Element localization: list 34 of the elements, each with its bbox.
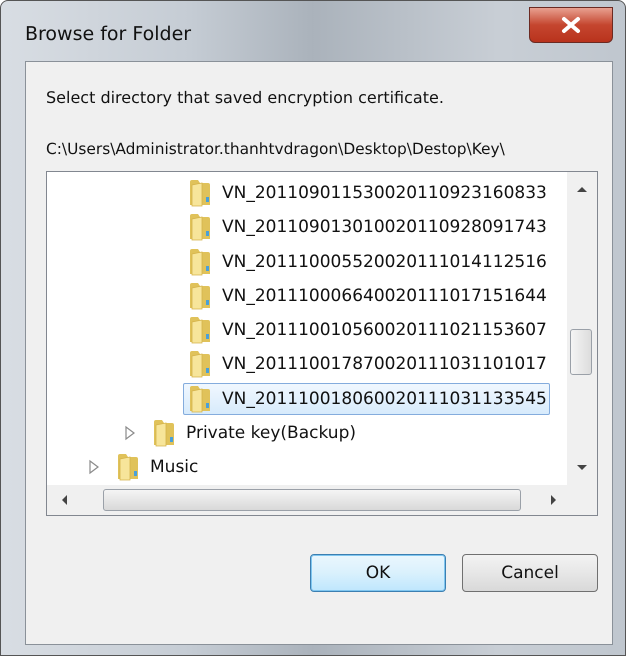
tree-item[interactable]: VN_201109011530020110923160833 bbox=[183, 177, 550, 210]
folder-icon bbox=[188, 316, 212, 344]
tree-item[interactable]: VN_201109013010020110928091743 bbox=[183, 211, 550, 244]
scroll-down-icon[interactable] bbox=[575, 463, 589, 473]
folder-icon bbox=[188, 350, 212, 378]
scroll-thumb[interactable] bbox=[103, 489, 521, 511]
scroll-thumb[interactable] bbox=[570, 329, 592, 375]
vertical-scrollbar[interactable] bbox=[567, 172, 597, 485]
tree-item[interactable]: VN_201110010560020111021153607 bbox=[183, 314, 550, 346]
folder-icon bbox=[188, 248, 212, 276]
folder-icon bbox=[188, 282, 212, 310]
folder-icon bbox=[188, 179, 212, 208]
folder-icon bbox=[188, 213, 212, 242]
cancel-button[interactable]: Cancel bbox=[462, 554, 598, 592]
window-title: Browse for Folder bbox=[25, 23, 192, 45]
folder-icon bbox=[116, 453, 140, 482]
close-button[interactable] bbox=[529, 7, 613, 43]
tree-item[interactable]: VN_201110017870020111031101017 bbox=[183, 348, 550, 380]
tree-item[interactable]: VN_201110006640020111017151644 bbox=[183, 280, 550, 312]
folder-path: C:\Users\Administrator.thanhtvdragon\Desktop\Destop\Key\ bbox=[46, 139, 506, 160]
scroll-up-icon[interactable] bbox=[575, 184, 589, 194]
expand-arrow-icon[interactable] bbox=[87, 459, 101, 476]
folder-icon bbox=[152, 418, 176, 447]
tree-item[interactable]: VN_201110018060020111031133545 bbox=[183, 382, 550, 415]
tree-item[interactable]: VN_201110005520020111014112516 bbox=[183, 246, 550, 278]
horizontal-scrollbar[interactable] bbox=[47, 485, 597, 515]
tree-item[interactable]: Private key(Backup) bbox=[147, 416, 360, 449]
folder-icon bbox=[188, 384, 212, 413]
tree-item[interactable]: Music bbox=[111, 451, 202, 484]
close-icon bbox=[560, 16, 582, 34]
expand-arrow-icon[interactable] bbox=[123, 424, 137, 441]
scroll-right-icon[interactable] bbox=[549, 493, 559, 507]
instruction-text: Select directory that saved encryption certificate. bbox=[46, 88, 445, 107]
ok-button[interactable]: OK bbox=[310, 554, 446, 592]
